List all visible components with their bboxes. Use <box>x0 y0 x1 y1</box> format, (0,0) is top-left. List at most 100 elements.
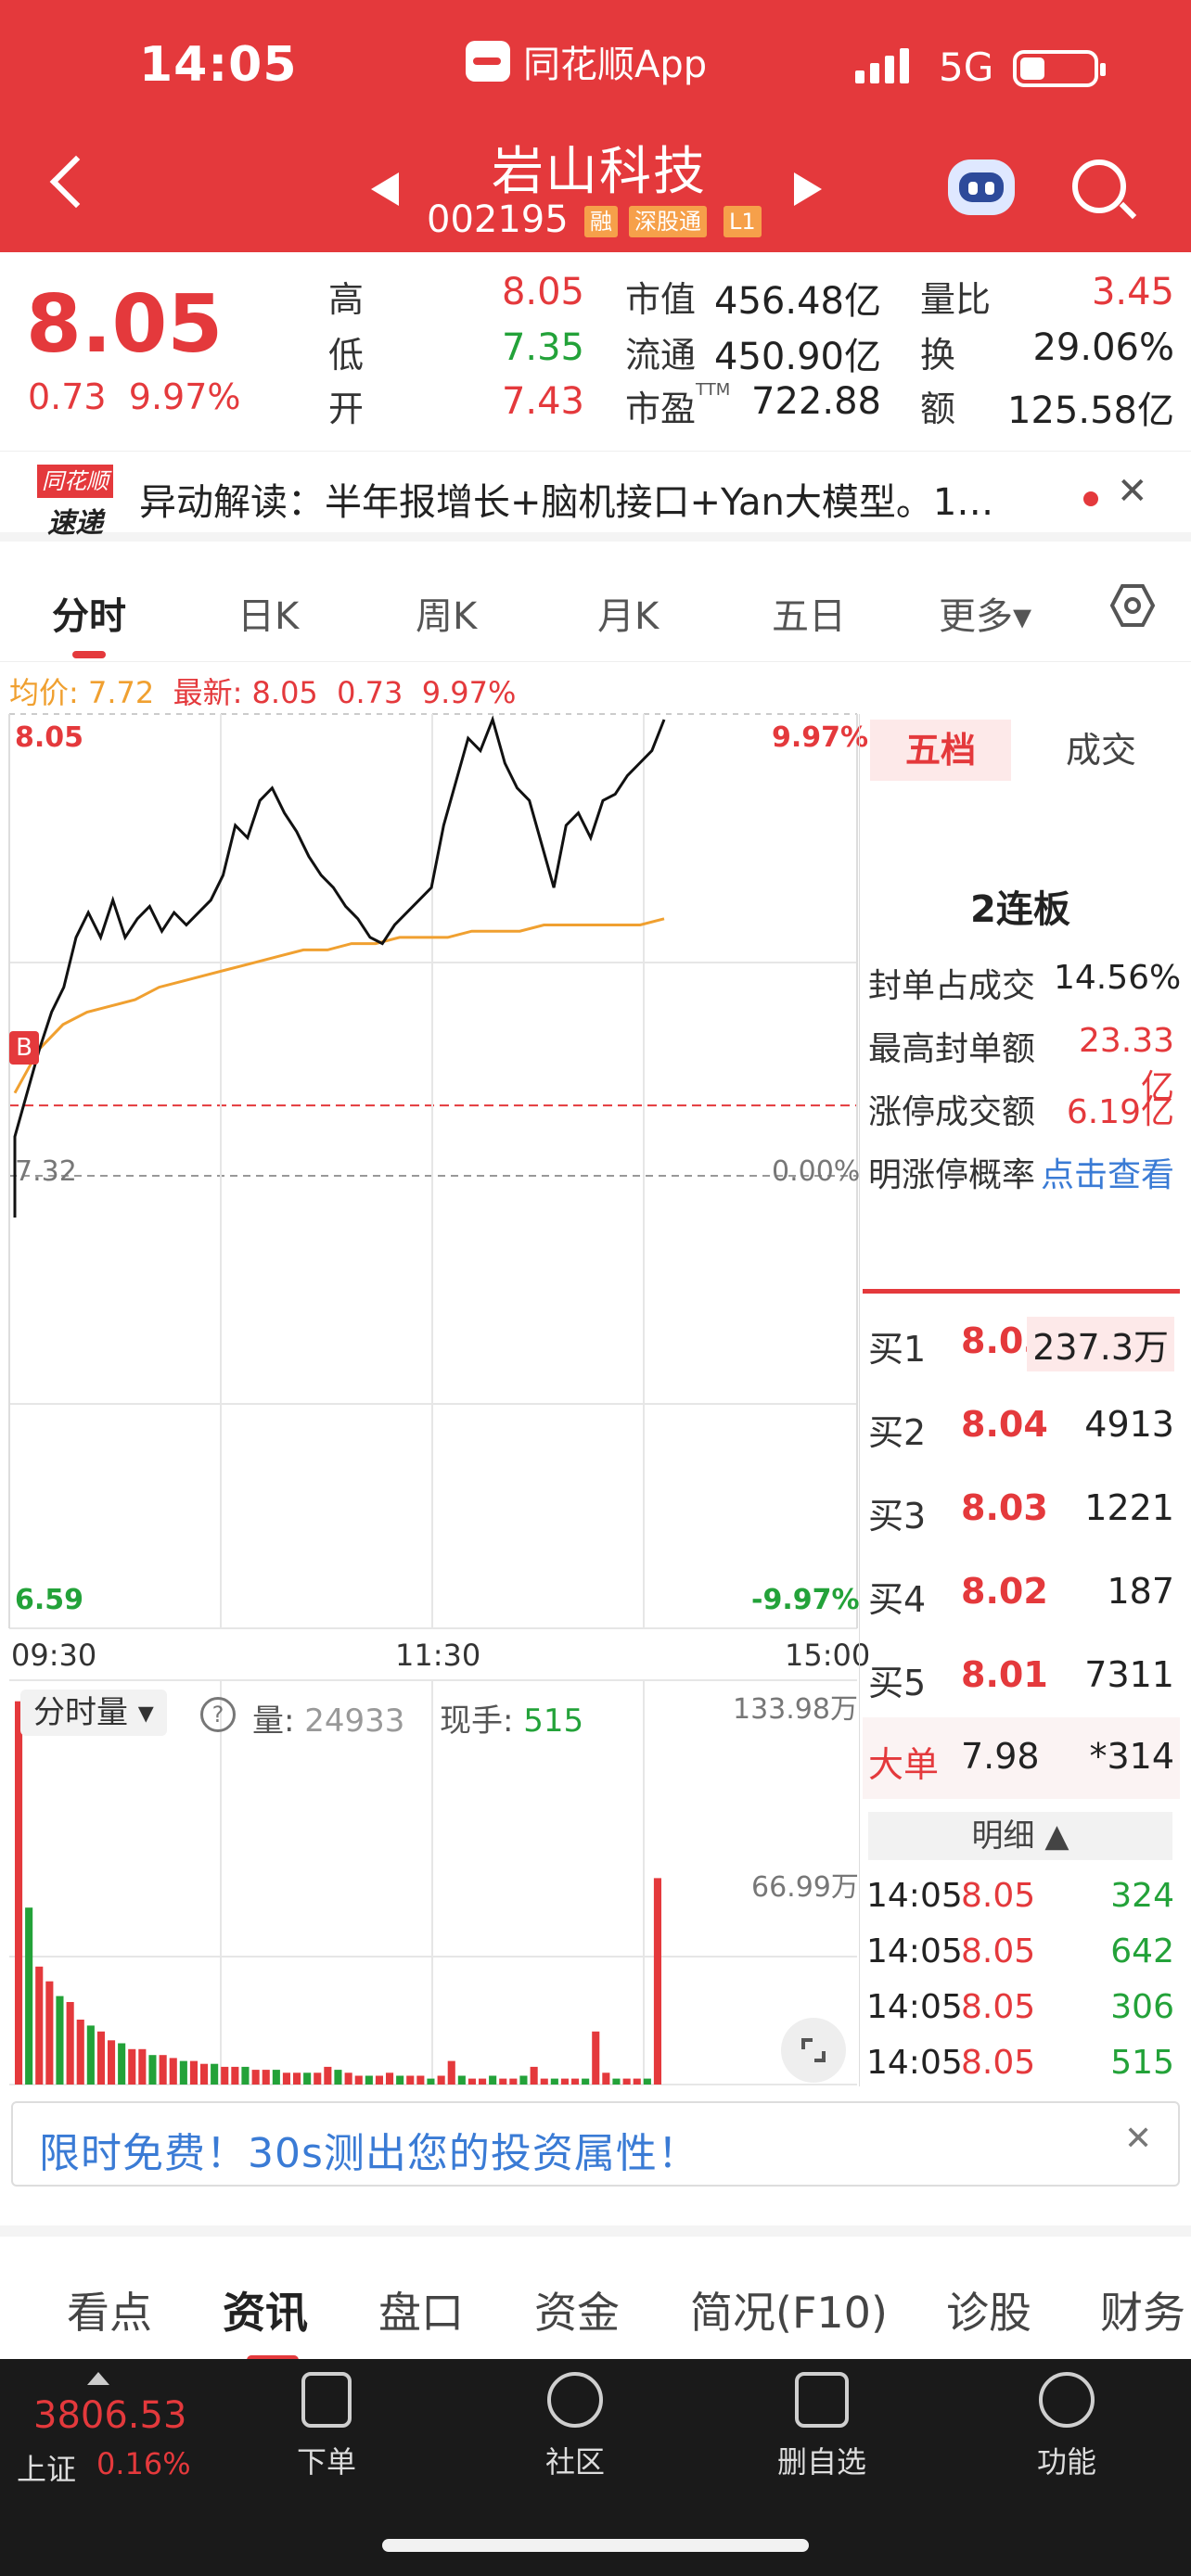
tab-five-day[interactable]: 五日 <box>772 586 846 640</box>
volume-bar <box>467 2078 476 2085</box>
app-logo-icon <box>466 41 510 82</box>
amount-label: 额 <box>920 389 956 429</box>
news-close-icon[interactable]: ✕ <box>1117 470 1148 513</box>
volume-bar <box>200 2063 209 2085</box>
expand-icon[interactable] <box>781 2018 846 2083</box>
hand-value: 515 <box>523 1702 584 1740</box>
promo-banner[interactable]: 限时免费！30s测出您的投资属性！ ✕ <box>11 2101 1180 2187</box>
tab-more[interactable]: 更多▾ <box>939 586 1031 640</box>
tab-order-book[interactable]: 五档 <box>870 720 1011 781</box>
tab-profile[interactable]: 简况(F10) <box>690 2279 888 2340</box>
volume-type-dropdown[interactable]: 分时量 ▾ <box>20 1690 167 1736</box>
tab-intraday[interactable]: 分时 <box>52 586 126 640</box>
limit-prob-link[interactable]: 点击查看 <box>1039 1148 1174 1196</box>
level-tag: L1 <box>724 206 762 237</box>
pe-ttm-sup: TTM <box>696 380 731 400</box>
volume-bar <box>344 2072 352 2085</box>
nav-functions[interactable]: 功能 <box>992 2372 1141 2481</box>
tab-highlights[interactable]: 看点 <box>67 2279 152 2340</box>
volume-bar <box>293 2072 301 2085</box>
nav-remove-watchlist[interactable]: 删自选 <box>748 2372 896 2481</box>
app-indicator: 同花顺App <box>466 35 707 87</box>
price-axis-mid: 7.32 <box>15 1155 77 1188</box>
price-axis-top: 8.05 <box>15 721 84 754</box>
volume-bar <box>118 2043 126 2085</box>
tab-order-flow[interactable]: 盘口 <box>378 2279 464 2340</box>
nav-order-label: 下单 <box>296 2444 356 2480</box>
volume-bar <box>334 2070 342 2085</box>
tab-diagnosis[interactable]: 诊股 <box>946 2279 1031 2340</box>
bottom-navbar: 3806.53 上证 0.16% 下单 社区 删自选 功能 <box>0 2359 1191 2576</box>
tab-trades[interactable]: 成交 <box>1030 720 1172 781</box>
volume-bar <box>602 2072 610 2085</box>
volume-bar <box>354 2075 363 2085</box>
tab-daily-k[interactable]: 日K <box>237 586 299 640</box>
detail-toggle[interactable]: 明细 ▲ <box>868 1812 1172 1860</box>
index-pct[interactable]: 0.16% <box>96 2446 191 2481</box>
seal-ratio-value: 14.56% <box>1054 959 1182 997</box>
volume-bar <box>272 2070 280 2085</box>
volume-bar <box>231 2066 239 2085</box>
bid-1-volume: 237.3万 <box>1027 1317 1174 1371</box>
news-headline[interactable]: 异动解读：半年报增长+脑机接口+Yan大模型。1… <box>139 472 993 526</box>
prev-stock-icon[interactable] <box>371 172 399 206</box>
volume-bar <box>15 1701 23 2085</box>
bid-2-volume: 4913 <box>1084 1404 1174 1445</box>
promo-close-icon[interactable]: ✕ <box>1124 2120 1152 2158</box>
bid-5-label: 买5 <box>868 1663 927 1703</box>
big-order-price: 7.98 <box>961 1736 1040 1777</box>
book-divider <box>863 1289 1180 1294</box>
vol-ratio-label: 量比 <box>920 279 992 320</box>
low-label: 低 <box>328 335 365 376</box>
tab-news[interactable]: 资讯 <box>223 2279 308 2340</box>
seal-ratio-label: 封单占成交 <box>868 967 1036 1005</box>
tab-monthly-k[interactable]: 月K <box>597 586 659 640</box>
bid-3-volume: 1221 <box>1084 1487 1174 1528</box>
big-order-label: 大单 <box>868 1744 940 1785</box>
tab-weekly-k[interactable]: 周K <box>416 586 477 640</box>
nav-community-label: 社区 <box>544 2444 605 2480</box>
low-value: 7.35 <box>501 326 584 369</box>
nav-community[interactable]: 社区 <box>501 2372 649 2481</box>
volume-bar <box>479 2078 487 2085</box>
index-expand-icon[interactable] <box>87 2372 109 2385</box>
limit-turnover-label: 涨停成交额 <box>868 1093 1036 1131</box>
tick-3-volume: 306 <box>1110 1988 1174 2026</box>
bottom-tabs: 看点 资讯 盘口 资金 简况(F10) 诊股 财务 <box>0 2225 1191 2365</box>
volume-bar <box>540 2078 548 2085</box>
nav-order[interactable]: 下单 <box>252 2372 401 2481</box>
bid-4-label: 买4 <box>868 1579 927 1620</box>
settings-hex-icon[interactable] <box>1109 582 1156 629</box>
volume-bar <box>324 2066 332 2085</box>
volume-bar <box>179 2060 187 2085</box>
tab-capital[interactable]: 资金 <box>534 2279 620 2340</box>
quote-panel: 8.05 0.73 9.97% 高 8.05 低 7.35 开 7.43 市值 … <box>0 252 1191 447</box>
back-chevron-icon[interactable] <box>49 155 103 209</box>
help-icon[interactable]: ? <box>200 1697 236 1732</box>
volume-bar <box>35 1966 44 2085</box>
volume-bar <box>56 1996 64 2085</box>
volume-readout: 量: 24933 <box>252 1702 405 1740</box>
next-stock-icon[interactable] <box>794 172 822 206</box>
tab-financials[interactable]: 财务 <box>1100 2279 1185 2340</box>
side-panel-divider <box>859 714 860 2086</box>
robot-icon[interactable] <box>948 159 1015 215</box>
volume-bar <box>447 2060 455 2085</box>
volume-bar <box>138 2048 147 2085</box>
news-banner[interactable]: 同花顺 速递 异动解读：半年报增长+脑机接口+Yan大模型。1… ✕ <box>0 451 1191 542</box>
index-value[interactable]: 3806.53 <box>33 2394 186 2437</box>
price-change: 0.73 9.97% <box>28 376 241 417</box>
bid-4-volume: 187 <box>1107 1571 1174 1612</box>
index-name[interactable]: 上证 <box>17 2446 76 2489</box>
pct-axis-top: 9.97% <box>772 721 869 754</box>
promo-text[interactable]: 限时免费！30s测出您的投资属性！ <box>39 2120 699 2179</box>
document-icon <box>301 2372 352 2428</box>
volume-bar <box>622 2078 631 2085</box>
volume-bar <box>437 2075 445 2085</box>
search-icon[interactable] <box>1072 159 1126 213</box>
remove-watchlist-icon <box>795 2372 849 2428</box>
volume-bar <box>499 2078 507 2085</box>
volume-bar <box>560 2078 569 2085</box>
buy-marker[interactable]: B <box>9 1031 39 1065</box>
bid-3-price: 8.03 <box>961 1487 1048 1528</box>
